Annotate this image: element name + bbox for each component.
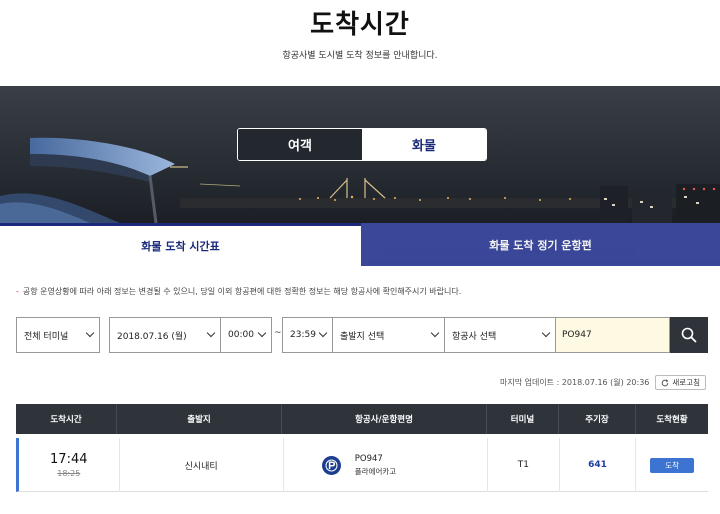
- flight-search-input[interactable]: PO947: [556, 317, 670, 353]
- col-stand[interactable]: 주기장: [559, 404, 636, 434]
- airline-select-value: 항공사 선택: [452, 331, 497, 342]
- col-arrival-time[interactable]: 도착시간: [16, 404, 117, 434]
- chevron-down-icon: [541, 328, 551, 338]
- col-origin[interactable]: 출발지: [117, 404, 282, 434]
- status-badge: 도착: [650, 457, 695, 473]
- tab-cargo-regular-flights[interactable]: 화물 도착 정기 운항편: [361, 223, 720, 266]
- col-terminal[interactable]: 터미널: [487, 404, 559, 434]
- notice-text: - 공항 운영상황에 따라 아래 정보는 변경될 수 있으니, 당일 이외 항공편…: [16, 286, 461, 297]
- polar-air-cargo-logo: [325, 459, 338, 471]
- airline-flight-cell: PO947 폴라에어카고: [284, 438, 488, 492]
- date-select-value: 2018.07.16 (월): [117, 331, 187, 342]
- estimated-time: 17:44: [50, 452, 88, 467]
- airline-logo-icon: [321, 455, 341, 475]
- origin-select-value: 출발지 선택: [340, 331, 385, 342]
- schedule-tabs: 화물 도착 시간표 화물 도착 정기 운항편: [0, 223, 720, 266]
- passenger-toggle-button[interactable]: 여객: [238, 129, 362, 160]
- airline-text: PO947 폴라에어카고: [355, 454, 396, 477]
- arrival-time-cell: 17:44 18:25: [19, 438, 120, 492]
- chevron-down-icon: [318, 328, 328, 338]
- time-range-separator: ~: [274, 328, 282, 338]
- terminal-select[interactable]: 전체 터미널: [16, 317, 100, 353]
- date-select[interactable]: 2018.07.16 (월): [109, 317, 221, 353]
- stand-cell: 641: [560, 438, 637, 492]
- time-from-value: 00:00: [228, 330, 254, 340]
- tab-cargo-arrival-schedule[interactable]: 화물 도착 시간표: [0, 223, 361, 266]
- status-cell: 도착: [636, 438, 708, 492]
- chevron-down-icon: [257, 328, 267, 338]
- terminal-cell: T1: [488, 438, 560, 492]
- page-subtitle: 항공사별 도시별 도착 정보를 안내합니다.: [282, 51, 438, 61]
- chevron-down-icon: [430, 328, 440, 338]
- origin-cell: 신시내티: [120, 438, 284, 492]
- notice-bullet: -: [16, 287, 19, 296]
- table-row[interactable]: 17:44 18:25 신시내티 PO947 폴라에어카고 T1 641 도착: [16, 438, 708, 492]
- refresh-icon: [662, 378, 669, 386]
- search-bar: 전체 터미널 2018.07.16 (월) 00:00 ~ 23:59 출발지 …: [16, 317, 708, 353]
- chevron-down-icon: [85, 328, 95, 338]
- refresh-label: 새로고침: [672, 378, 700, 387]
- time-from-select[interactable]: 00:00: [221, 317, 272, 353]
- scheduled-time: 18:25: [57, 469, 81, 478]
- search-button[interactable]: [670, 317, 708, 353]
- arrival-table: 도착시간 출발지 항공사/운항편명 터미널 주기장 도착현황 17:44 18:…: [16, 404, 708, 492]
- search-icon: [681, 327, 697, 343]
- notice-message: 공항 운영상황에 따라 아래 정보는 변경될 수 있으니, 당일 이외 항공편에…: [22, 287, 462, 296]
- last-update-text: 마지막 업데이트 : 2018.07.16 (월) 20:36: [499, 378, 650, 387]
- origin-select[interactable]: 출발지 선택: [333, 317, 445, 353]
- page-title: 도착시간: [310, 10, 410, 40]
- table-header: 도착시간 출발지 항공사/운항편명 터미널 주기장 도착현황: [16, 404, 708, 434]
- flight-number[interactable]: PO947: [355, 454, 396, 464]
- passenger-cargo-toggle: 여객 화물: [237, 128, 487, 161]
- col-airline-flight[interactable]: 항공사/운항편명: [282, 404, 487, 434]
- col-status[interactable]: 도착현황: [636, 404, 708, 434]
- airline-select[interactable]: 항공사 선택: [445, 317, 556, 353]
- time-to-value: 23:59: [290, 330, 316, 340]
- terminal-select-value: 전체 터미널: [24, 331, 69, 342]
- refresh-button[interactable]: 새로고침: [655, 375, 706, 390]
- flight-search-value: PO947: [562, 330, 592, 340]
- cargo-toggle-button[interactable]: 화물: [362, 129, 486, 160]
- time-to-select[interactable]: 23:59: [282, 317, 333, 353]
- airline-name: 폴라에어카고: [354, 466, 397, 476]
- chevron-down-icon: [206, 328, 216, 338]
- last-update-row: 마지막 업데이트 : 2018.07.16 (월) 20:36 새로고침: [500, 375, 706, 390]
